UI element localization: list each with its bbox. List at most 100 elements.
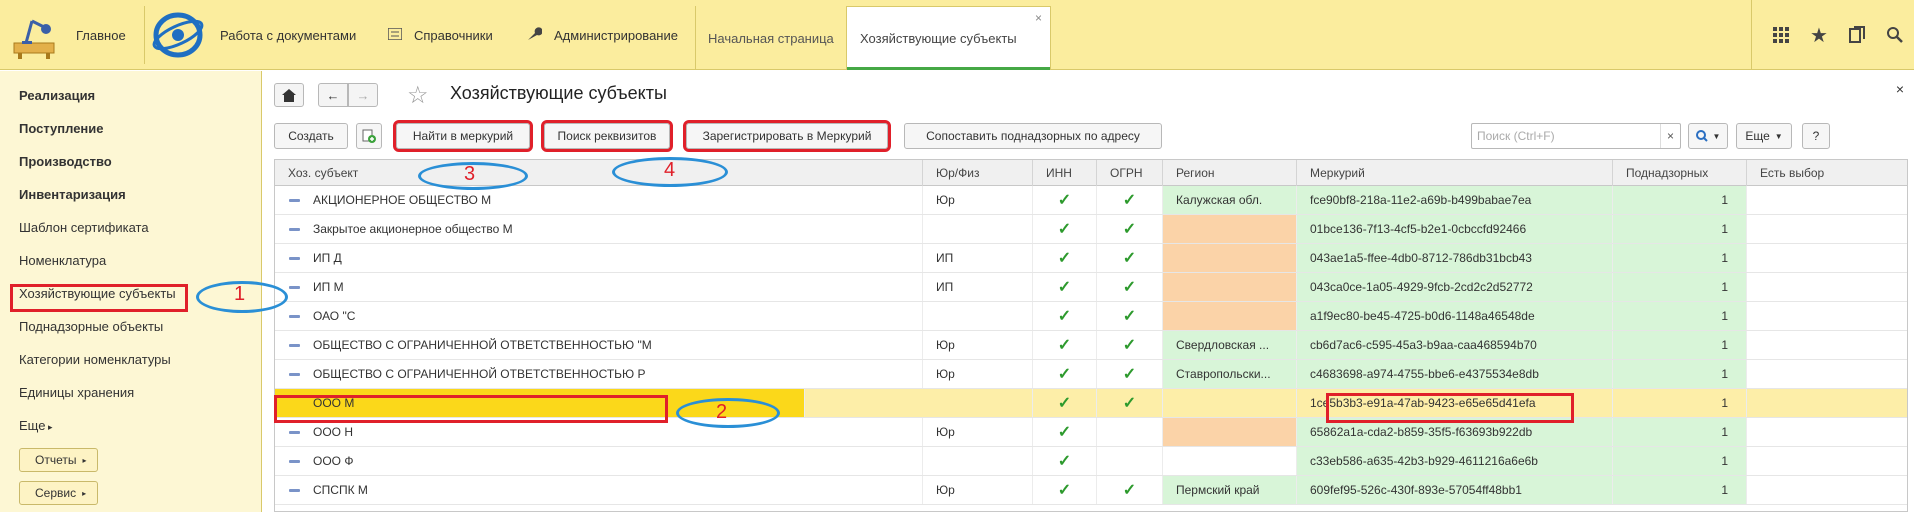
cell-ogrn: ✓ — [1097, 215, 1163, 243]
cell-has-choice — [1747, 447, 1907, 475]
more-button[interactable]: Еще ▼ — [1736, 123, 1792, 149]
help-button[interactable]: ? — [1802, 123, 1830, 149]
column-header[interactable]: ИНН — [1033, 160, 1097, 186]
cell-inn: ✓ — [1033, 447, 1097, 475]
search-input[interactable]: Поиск (Ctrl+F) × — [1471, 123, 1681, 149]
sidebar-item-label: Единицы хранения — [19, 385, 135, 400]
sidebar-item[interactable]: Реализация — [19, 88, 95, 103]
sidebar-item[interactable]: Категории номенклатуры — [19, 352, 171, 367]
arrow-right-icon: → — [356, 87, 370, 103]
favorite-star-icon[interactable]: ☆ — [407, 81, 429, 110]
cell-legal-type — [923, 447, 1033, 475]
sidebar-item-label: Производство — [19, 154, 112, 169]
table-row[interactable]: СПСПК М Юр ✓ ✓ Пермский край 609fef95-526c-43… — [275, 476, 1907, 505]
search-placeholder: Поиск (Ctrl+F) — [1477, 129, 1555, 143]
column-header[interactable]: ОГРН — [1097, 160, 1163, 186]
column-header[interactable]: Поднадзорных — [1613, 160, 1747, 186]
sidebar-item-label: Поднадзорные объекты — [19, 319, 164, 334]
cell-supervised-count: 1 — [1613, 389, 1747, 417]
annotation-number-3: 3 — [464, 163, 476, 185]
tab-start-page[interactable]: Начальная страница — [695, 6, 845, 70]
find-in-mercury-button[interactable]: Найти в меркурий — [393, 120, 533, 152]
sidebar-item[interactable]: Единицы хранения — [19, 385, 134, 400]
sidebar-item[interactable]: Еще ▸ — [19, 418, 52, 433]
menu-admin-label: Администрирование — [554, 27, 678, 43]
cell-supervised-count: 1 — [1613, 447, 1747, 475]
home-button[interactable] — [274, 83, 304, 107]
sidebar-item[interactable]: Номенклатура — [19, 253, 106, 268]
sidebar-item[interactable]: Поступление — [19, 121, 104, 136]
tab-business-entities[interactable]: Хозяйствующие субъекты × — [846, 6, 1051, 70]
table-row[interactable]: ОБЩЕСТВО С ОГРАНИЧЕННОЙ ОТВЕТСТВЕННОСТЬЮ… — [275, 360, 1907, 389]
home-section[interactable]: Главное — [8, 4, 138, 66]
cell-region: Свердловская ... — [1163, 331, 1297, 359]
reports-button[interactable]: Отчеты ▸ — [19, 448, 98, 472]
forward-button[interactable]: → — [348, 83, 378, 107]
search-options-button[interactable]: ▼ — [1688, 123, 1728, 149]
cell-region: Пермский край — [1163, 476, 1297, 504]
check-icon: ✓ — [1057, 250, 1072, 267]
cell-supervised-count: 1 — [1613, 418, 1747, 446]
check-icon: ✓ — [1122, 308, 1137, 325]
cell-ogrn: ✓ — [1097, 244, 1163, 272]
clear-icon[interactable]: × — [1660, 124, 1680, 148]
copy-add-button[interactable] — [356, 123, 382, 149]
table-row[interactable]: АКЦИОНЕРНОЕ ОБЩЕСТВО М Юр ✓ ✓ Калужская обл.… — [275, 186, 1907, 215]
cell-inn: ✓ — [1033, 331, 1097, 359]
cell-inn: ✓ — [1033, 418, 1097, 446]
table-row[interactable]: ООО Ф ✓ c33eb586-a635-42b3-b929-4611216a6e… — [275, 447, 1907, 476]
wrench-icon — [526, 26, 543, 45]
tab-close-icon[interactable]: × — [1035, 11, 1042, 25]
sidebar-item[interactable]: Поднадзорные объекты — [19, 319, 163, 334]
column-header[interactable]: Хоз. субъект — [275, 160, 923, 186]
column-header[interactable]: Есть выбор — [1747, 160, 1907, 186]
match-supervised-button[interactable]: Сопоставить поднадзорных по адресу — [904, 123, 1162, 149]
close-icon[interactable]: × — [1896, 81, 1904, 97]
table-row[interactable]: Закрытое акционерное общество М ✓ ✓ 01bce13… — [275, 215, 1907, 244]
more-label: Еще — [1745, 129, 1770, 143]
sidebar-item[interactable]: Шаблон сертификата — [19, 220, 149, 235]
check-icon: ✓ — [1122, 366, 1137, 383]
table-row[interactable]: ИП Д ИП ✓ ✓ 043ae1a5-ffee-4db0-8712-786db31b… — [275, 244, 1907, 273]
register-in-mercury-button[interactable]: Зарегистрировать в Меркурий — [683, 120, 891, 152]
column-header[interactable]: Меркурий — [1297, 160, 1613, 186]
sidebar-item-label: Реализация — [19, 88, 96, 103]
tab-active-underline — [847, 67, 1050, 70]
cell-legal-type: ИП — [923, 273, 1033, 301]
annotation-box-sidebar — [10, 284, 188, 312]
cell-has-choice — [1747, 476, 1907, 504]
menu-references-label: Справочники — [414, 27, 493, 43]
search-requisites-button[interactable]: Поиск реквизитов — [541, 120, 673, 152]
service-button[interactable]: Сервис ▸ — [19, 481, 98, 505]
cell-supervised-count: 1 — [1613, 302, 1747, 330]
back-button[interactable]: ← — [318, 83, 348, 107]
create-button[interactable]: Создать — [274, 123, 348, 149]
menu-references[interactable]: Справочники — [387, 0, 493, 70]
cell-ogrn: ✓ — [1097, 186, 1163, 214]
table-row[interactable]: ОБЩЕСТВО С ОГРАНИЧЕННОЙ ОТВЕТСТВЕННОСТЬЮ… — [275, 331, 1907, 360]
grid-icon[interactable] — [1762, 27, 1800, 43]
cell-inn: ✓ — [1033, 186, 1097, 214]
star-icon[interactable]: ★ — [1800, 23, 1838, 48]
menu-documents[interactable]: Работа с документами — [220, 0, 356, 70]
column-header[interactable]: Регион — [1163, 160, 1297, 186]
cell-ogrn — [1097, 447, 1163, 475]
cell-entity-name: ООО Ф — [275, 447, 923, 475]
cell-legal-type: Юр — [923, 331, 1033, 359]
table-row[interactable]: ОАО "С ✓ ✓ a1f9ec80-be45-4725-b0d6-1148a465… — [275, 302, 1907, 331]
search-icon[interactable] — [1876, 27, 1914, 43]
cell-region — [1163, 418, 1297, 446]
caret-right-icon: ▸ — [82, 455, 87, 465]
top-bar: Главное Работа с документами Справочники… — [0, 0, 1914, 70]
history-icon[interactable] — [1838, 26, 1876, 44]
cell-mercury-guid: c4683698-a974-4755-bbe6-e4375534e8db — [1297, 360, 1613, 388]
menu-admin[interactable]: Администрирование — [526, 0, 678, 70]
sidebar-item-label: Шаблон сертификата — [19, 220, 149, 235]
column-header[interactable]: Юр/Физ — [923, 160, 1033, 186]
cell-supervised-count: 1 — [1613, 186, 1747, 214]
table-row[interactable]: ИП М ИП ✓ ✓ 043ca0ce-1a05-4929-9fcb-2cd2c2d5… — [275, 273, 1907, 302]
check-icon: ✓ — [1122, 279, 1137, 296]
sidebar-item[interactable]: Производство — [19, 154, 112, 169]
sidebar-item[interactable]: Инвентаризация — [19, 187, 126, 202]
check-icon: ✓ — [1057, 395, 1072, 412]
